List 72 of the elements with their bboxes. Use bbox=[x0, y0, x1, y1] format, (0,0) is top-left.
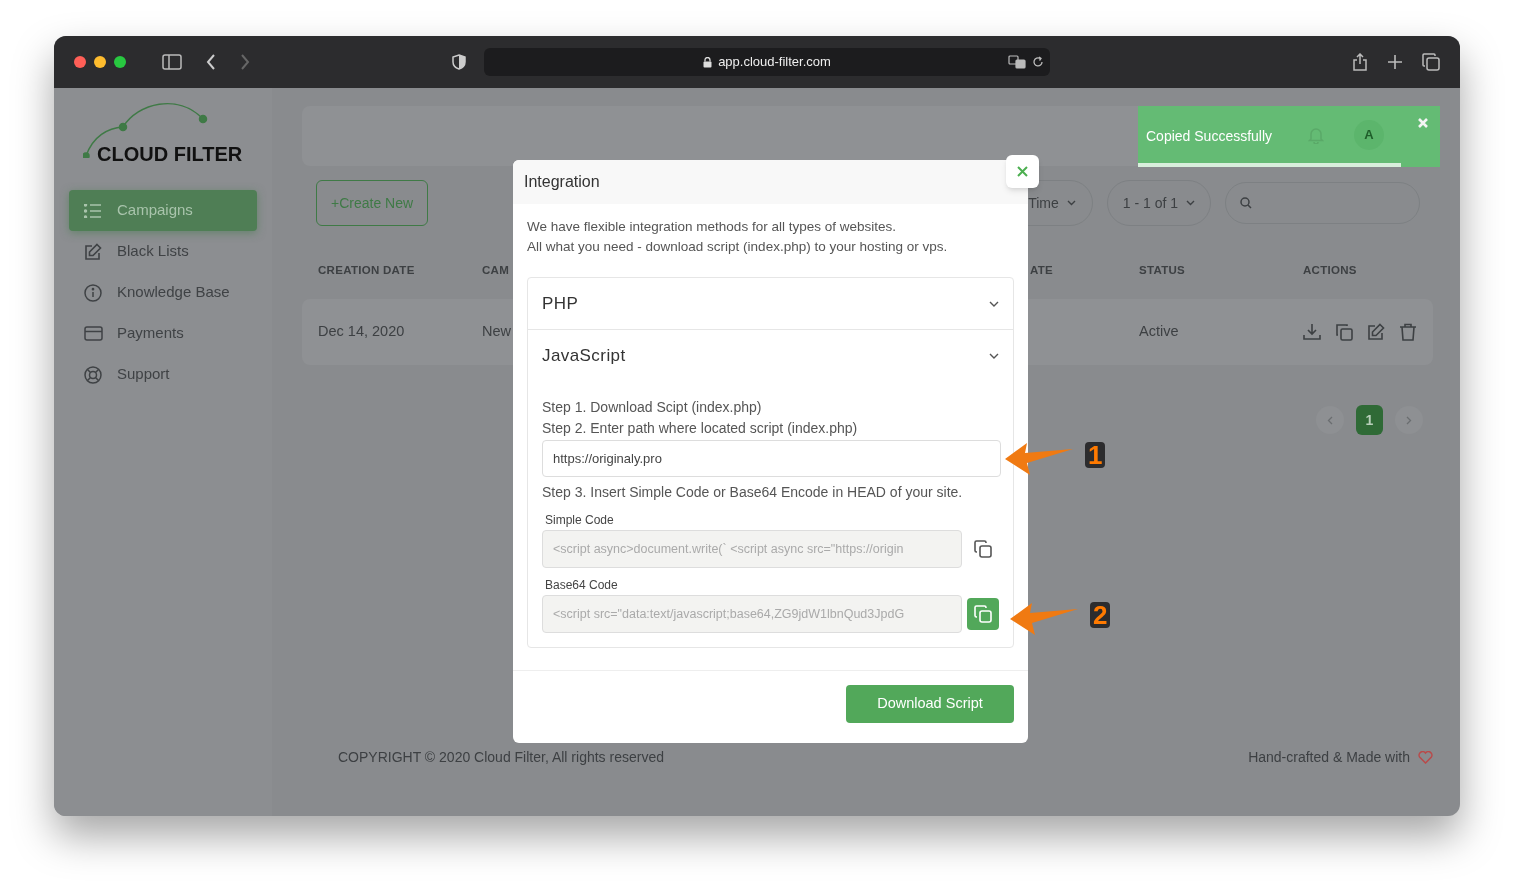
annotation-number: 1 bbox=[1085, 442, 1106, 468]
step-text: Step 3. Insert Simple Code or Base64 Encode in HEAD of your site. bbox=[542, 483, 964, 502]
table-cell: Dec 14, 2020 bbox=[318, 323, 405, 340]
tabs-overview-icon[interactable] bbox=[1422, 53, 1440, 71]
code-field[interactable]: <script src="data:text/javascript;base64,ZG9jdW1lbnQud3JpdG bbox=[542, 595, 963, 633]
column-header: CAM bbox=[482, 264, 510, 276]
lock-icon bbox=[703, 56, 713, 68]
address-bar[interactable]: app.cloud-filter.com bbox=[484, 48, 1050, 76]
url-text: app.cloud-filter.com bbox=[718, 53, 831, 72]
forward-icon[interactable] bbox=[240, 54, 250, 70]
logo-text: CLOUD FILTER bbox=[97, 144, 243, 164]
chevron-down-icon bbox=[1186, 200, 1195, 206]
sidebar-item[interactable]: Campaigns bbox=[69, 190, 257, 231]
step-text: Step 1. Download Scipt (index.php) bbox=[542, 398, 763, 417]
intro-text: We have flexible integration methods for all types of websites. bbox=[527, 218, 897, 236]
toast-message: Copied Successfully bbox=[1146, 127, 1273, 146]
download-script-button[interactable]: Download Script bbox=[846, 685, 1014, 723]
credit-text: Hand-crafted & Made with bbox=[1248, 748, 1410, 767]
url-field[interactable]: https://originaly.pro bbox=[542, 440, 1001, 477]
copyright-text: COPYRIGHT © 2020 Cloud Filter, All rights reserved bbox=[338, 748, 664, 767]
annotation-number: 2 bbox=[1090, 602, 1111, 628]
field-label: Simple Code bbox=[545, 513, 614, 527]
avatar-initial: A bbox=[1364, 126, 1374, 145]
copy-button[interactable] bbox=[967, 598, 999, 630]
edit-icon bbox=[83, 242, 103, 261]
avatar[interactable]: A bbox=[1354, 120, 1384, 150]
copy-icon bbox=[974, 605, 993, 623]
table-cell: New bbox=[482, 323, 511, 340]
column-header: STATUS bbox=[1139, 264, 1186, 276]
chevron-down-icon bbox=[989, 352, 999, 359]
close-button[interactable] bbox=[1006, 155, 1039, 188]
info-icon bbox=[83, 283, 103, 302]
column-header: ACTIONS bbox=[1303, 264, 1357, 276]
page-button[interactable]: 1 bbox=[1356, 405, 1383, 436]
share-icon[interactable] bbox=[1352, 53, 1368, 71]
sidebar-item[interactable]: Support bbox=[69, 354, 257, 395]
chevron-down-icon bbox=[1066, 200, 1076, 206]
step-text: Step 2. Enter path where located script (index.php) bbox=[542, 419, 859, 438]
column-header: CREATION DATE bbox=[318, 264, 415, 276]
field-label: Base64 Code bbox=[545, 578, 618, 592]
dialog-title: Integration bbox=[524, 172, 600, 192]
shield-icon[interactable] bbox=[452, 54, 466, 70]
chevron-down-icon bbox=[989, 300, 999, 307]
code-field[interactable]: <script async>document.write(` <script async src="https://origin bbox=[542, 530, 963, 568]
search-icon bbox=[1240, 197, 1252, 209]
sidebar-toggle-icon[interactable] bbox=[162, 54, 182, 70]
table-cell: Active bbox=[1139, 323, 1179, 340]
copy-icon bbox=[974, 540, 993, 558]
arrow-icon bbox=[1010, 601, 1078, 637]
intro-text: All what you need - download script (index.php) to your hosting or vps. bbox=[527, 238, 949, 256]
card-icon bbox=[83, 326, 103, 341]
minimize-window-icon[interactable] bbox=[94, 56, 106, 68]
download-icon[interactable] bbox=[1303, 323, 1321, 342]
list-icon bbox=[83, 203, 103, 218]
back-icon[interactable] bbox=[206, 54, 216, 70]
column-header: ATE bbox=[1030, 264, 1053, 276]
sidebar-item[interactable]: Payments bbox=[69, 313, 257, 354]
arrow-icon bbox=[1005, 441, 1073, 477]
maximize-window-icon[interactable] bbox=[114, 56, 126, 68]
close-window-icon[interactable] bbox=[74, 56, 86, 68]
trash-icon[interactable] bbox=[1399, 323, 1417, 342]
sidebar-item[interactable]: Knowledge Base bbox=[69, 272, 257, 313]
lifebuoy-icon bbox=[83, 365, 103, 384]
accordion-header[interactable]: JavaScript bbox=[528, 330, 1013, 381]
reload-icon[interactable] bbox=[1032, 56, 1044, 68]
new-tab-icon[interactable] bbox=[1388, 55, 1402, 69]
heart-icon bbox=[1418, 751, 1433, 764]
edit-icon[interactable] bbox=[1367, 323, 1385, 342]
accordion-header[interactable]: PHP bbox=[528, 278, 1013, 329]
close-icon bbox=[1017, 166, 1028, 177]
sidebar-item[interactable]: Black Lists bbox=[69, 231, 257, 272]
copy-icon[interactable] bbox=[1335, 323, 1353, 342]
